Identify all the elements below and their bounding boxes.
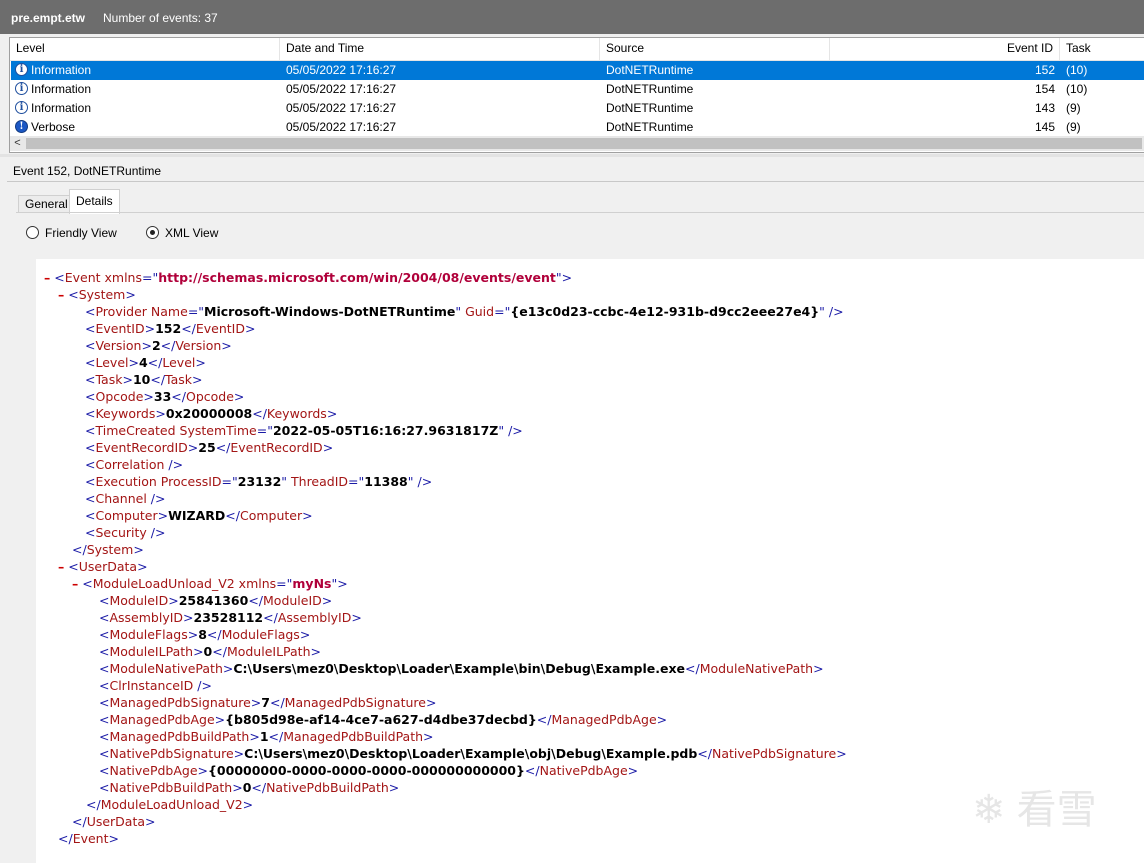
watermark: ❄ 看雪 xyxy=(972,788,1097,832)
xml-line-mpdbsig: <ManagedPdbSignature>7</ManagedPdbSignat… xyxy=(99,695,437,710)
collapse-toggle[interactable]: – xyxy=(58,559,64,574)
row-event-id: 143 xyxy=(1034,101,1055,115)
radio-circle xyxy=(146,226,159,239)
row-event-id: 152 xyxy=(1034,63,1055,77)
scrollbar-thumb[interactable] xyxy=(26,138,1142,149)
row-task-category: (10) xyxy=(1066,82,1088,96)
xml-line-level: <Level>4</Level> xyxy=(85,355,206,370)
xml-line-channel: <Channel /> xyxy=(85,491,166,506)
xml-line-opcode: <Opcode>33</Opcode> xyxy=(85,389,245,404)
xml-line-module-close: </ModuleLoadUnload_V2> xyxy=(86,797,254,812)
information-icon: i xyxy=(15,101,28,114)
xml-line-npdbbuild: <NativePdbBuildPath>0</NativePdbBuildPat… xyxy=(99,780,400,795)
xml-line-userdata: – <UserData> xyxy=(58,559,148,574)
tab-divider xyxy=(16,212,1144,213)
xml-line-npdbage: <NativePdbAge>{00000000-0000-0000-0000-0… xyxy=(99,763,639,778)
xml-line-correlation: <Correlation /> xyxy=(85,457,184,472)
xml-line-event-close: </Event> xyxy=(58,831,119,846)
row-date: 05/05/2022 17:16:27 xyxy=(286,120,397,134)
xml-line-recordid: <EventRecordID>25</EventRecordID> xyxy=(85,440,334,455)
row-date: 05/05/2022 17:16:27 xyxy=(286,63,397,77)
collapse-toggle[interactable]: – xyxy=(44,270,50,285)
row-level: Information xyxy=(31,63,92,77)
table-row[interactable]: i Information 05/05/2022 17:16:27 DotNET… xyxy=(11,80,1144,99)
column-header-task-category[interactable]: Task Category xyxy=(1060,38,1144,75)
xml-line-assemblyid: <AssemblyID>23528112</AssemblyID> xyxy=(99,610,362,625)
xml-line-modulenativepath: <ModuleNativePath>C:\Users\mez0\Desktop\… xyxy=(99,661,824,676)
column-header-event-id[interactable]: Event ID xyxy=(830,38,1060,60)
xml-line-moduleid: <ModuleID>25841360</ModuleID> xyxy=(99,593,333,608)
row-level: Verbose xyxy=(31,120,76,134)
window-titlebar: pre.empt.etw Number of events: 37 xyxy=(0,0,1144,34)
xml-line-userdata-close: </UserData> xyxy=(72,814,156,829)
xml-line-eventid: <EventID>152</EventID> xyxy=(85,321,256,336)
information-icon: i xyxy=(15,63,28,76)
tab-general[interactable]: General xyxy=(18,195,75,213)
row-date: 05/05/2022 17:16:27 xyxy=(286,82,397,96)
row-level: Information xyxy=(31,101,92,115)
xml-line-execution: <Execution ProcessID="23132" ThreadID="1… xyxy=(85,474,433,489)
xml-line-mpdbage: <ManagedPdbAge>{b805d98e-af14-4ce7-a627-… xyxy=(99,712,668,727)
xml-line-timecreated: <TimeCreated SystemTime="2022-05-05T16:1… xyxy=(85,423,523,438)
xml-line-task: <Task>10</Task> xyxy=(85,372,203,387)
row-source: DotNETRuntime xyxy=(606,63,694,77)
row-task-category: (10) xyxy=(1066,63,1088,77)
log-file-name: pre.empt.etw xyxy=(11,11,86,25)
xml-line-version: <Version>2</Version> xyxy=(85,338,232,353)
xml-line-system-close: </System> xyxy=(72,542,144,557)
row-level: Information xyxy=(31,82,92,96)
row-task-category: (9) xyxy=(1066,120,1081,134)
scroll-left-arrow-icon[interactable]: < xyxy=(10,136,25,151)
column-header-source[interactable]: Source xyxy=(600,38,830,60)
horizontal-scrollbar[interactable]: < xyxy=(10,136,1144,151)
xml-line-moduleilpath: <ModuleILPath>0</ModuleILPath> xyxy=(99,644,321,659)
table-row[interactable]: ! Verbose 05/05/2022 17:16:27 DotNETRunt… xyxy=(11,118,1144,137)
xml-line-keywords: <Keywords>0x20000008</Keywords> xyxy=(85,406,338,421)
event-detail-title: Event 152, DotNETRuntime xyxy=(7,160,1144,182)
xml-line-provider: <Provider Name="Microsoft-Windows-DotNET… xyxy=(85,304,844,319)
information-icon: i xyxy=(15,82,28,95)
grid-header: Level Date and Time Source Event ID Task… xyxy=(10,38,1144,75)
row-task-category: (9) xyxy=(1066,101,1081,115)
radio-circle xyxy=(26,226,39,239)
row-source: DotNETRuntime xyxy=(606,120,694,134)
tab-details[interactable]: Details xyxy=(69,189,120,214)
row-source: DotNETRuntime xyxy=(606,82,694,96)
xml-line-mpdbbuild: <ManagedPdbBuildPath>1</ManagedPdbBuildP… xyxy=(99,729,434,744)
pane-splitter[interactable] xyxy=(0,154,1144,157)
row-source: DotNETRuntime xyxy=(606,101,694,115)
xml-line-event: – <Event xmlns="http://schemas.microsoft… xyxy=(44,270,573,285)
xml-line-security: <Security /> xyxy=(85,525,166,540)
table-row[interactable]: i Information 05/05/2022 17:16:27 DotNET… xyxy=(11,99,1144,118)
event-count: Number of events: 37 xyxy=(103,11,218,25)
events-grid[interactable]: Level Date and Time Source Event ID Task… xyxy=(9,37,1144,153)
row-event-id: 145 xyxy=(1034,120,1055,134)
column-header-date[interactable]: Date and Time xyxy=(280,38,600,60)
xml-line-clrinstanceid: <ClrInstanceID /> xyxy=(99,678,212,693)
radio-label: Friendly View xyxy=(45,226,117,240)
xml-line-module: – <ModuleLoadUnload_V2 xmlns="myNs"> xyxy=(72,576,348,591)
row-event-id: 154 xyxy=(1034,82,1055,96)
xml-line-system: – <System> xyxy=(58,287,136,302)
table-row[interactable]: i Information 05/05/2022 17:16:27 DotNET… xyxy=(11,61,1144,80)
xml-line-moduleflags: <ModuleFlags>8</ModuleFlags> xyxy=(99,627,311,642)
xml-line-computer: <Computer>WIZARD</Computer> xyxy=(85,508,313,523)
collapse-toggle[interactable]: – xyxy=(72,576,78,591)
xml-line-npdbsig: <NativePdbSignature>C:\Users\mez0\Deskto… xyxy=(99,746,847,761)
row-date: 05/05/2022 17:16:27 xyxy=(286,101,397,115)
radio-label: XML View xyxy=(165,226,219,240)
column-header-level[interactable]: Level xyxy=(10,38,280,60)
verbose-icon: ! xyxy=(15,120,28,133)
collapse-toggle[interactable]: – xyxy=(58,287,64,302)
